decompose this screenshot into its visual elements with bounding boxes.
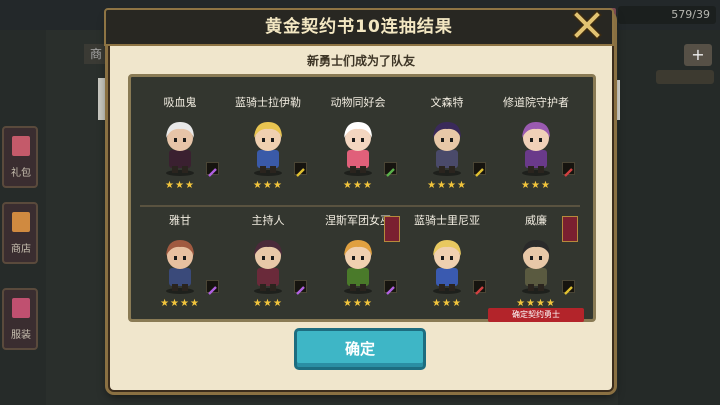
hero-portrait	[166, 240, 194, 294]
hero-portrait	[254, 240, 282, 294]
resource-counter: 579/39	[618, 6, 716, 24]
hero-name: 吸血鬼	[163, 96, 197, 109]
hero-name: 主持人	[251, 214, 285, 227]
costume-icon	[12, 298, 30, 318]
close-button[interactable]	[572, 10, 602, 40]
confirm-button[interactable]: 确定	[294, 328, 426, 370]
hero-card[interactable]: 涅斯军团女巫 ★★★	[314, 212, 402, 332]
costume-button[interactable]: 服装	[2, 288, 38, 350]
dialog-title-bar: 黄金契约书10连抽结果	[104, 8, 614, 46]
star-rating: ★★★	[253, 180, 283, 191]
weapon-icon	[473, 162, 486, 177]
left-sidebar: 礼包 商店 服装	[0, 30, 46, 405]
dialog-subtitle: 新勇士们成为了队友	[306, 54, 415, 68]
shop-button[interactable]: 商店	[2, 202, 38, 264]
hero-portrait	[522, 240, 550, 294]
hero-portrait	[166, 122, 194, 176]
star-rating: ★★★★	[160, 298, 200, 309]
hero-name: 蓝骑士拉伊勒	[235, 96, 301, 109]
hero-portrait	[522, 122, 550, 176]
faction-banner-icon	[562, 216, 578, 242]
weapon-icon	[294, 162, 307, 177]
hero-portrait	[344, 122, 372, 176]
weapon-icon	[294, 280, 307, 295]
hero-portrait	[344, 240, 372, 294]
right-panel-button	[656, 70, 714, 84]
weapon-icon	[562, 162, 575, 177]
hero-name: 雅甘	[169, 214, 191, 227]
faction-banner-icon	[384, 216, 400, 242]
star-rating: ★★★	[253, 298, 283, 309]
weapon-icon	[473, 280, 486, 295]
shop-icon	[12, 212, 30, 232]
hero-card[interactable]: 修道院守护者 ★★★	[492, 94, 580, 214]
hero-portrait	[254, 122, 282, 176]
star-rating: ★★★★	[427, 180, 467, 191]
costume-label: 服装	[11, 330, 31, 341]
star-rating: ★★★	[432, 298, 462, 309]
dialog-title: 黄金契约书10连抽结果	[265, 17, 453, 37]
gift-pack-label: 礼包	[11, 168, 31, 179]
star-rating: ★★★	[521, 180, 551, 191]
hero-portrait	[433, 122, 461, 176]
star-rating: ★★★	[165, 180, 195, 191]
weapon-icon	[206, 280, 219, 295]
hero-name: 动物同好会	[330, 96, 386, 109]
star-rating: ★★★	[343, 180, 373, 191]
hero-card[interactable]: 动物同好会 ★★★	[314, 94, 402, 214]
hero-name: 文森特	[430, 96, 464, 109]
star-rating: ★★★	[343, 298, 373, 309]
hero-card[interactable]: 蓝骑士里尼亚 ★★★	[403, 212, 491, 332]
add-button[interactable]: +	[684, 44, 712, 66]
weapon-icon	[206, 162, 219, 177]
weapon-icon	[384, 280, 397, 295]
hero-card[interactable]: 威廉 ★★★★ 确定契约勇士	[488, 212, 584, 332]
hero-card[interactable]: 雅甘 ★★★★	[136, 212, 224, 332]
close-icon	[572, 10, 602, 40]
hero-name: 修道院守护者	[503, 96, 569, 109]
gift-pack-button[interactable]: 礼包	[2, 126, 38, 188]
background-tab: 商	[84, 44, 108, 64]
hero-card[interactable]: 蓝骑士拉伊勒 ★★★	[224, 94, 312, 214]
weapon-icon	[562, 280, 575, 295]
right-panel	[618, 30, 720, 405]
shop-label: 商店	[11, 244, 31, 255]
hero-name: 蓝骑士里尼亚	[414, 214, 480, 227]
hero-card[interactable]: 文森特 ★★★★	[403, 94, 491, 214]
weapon-icon	[384, 162, 397, 177]
hero-card[interactable]: 吸血鬼 ★★★	[136, 94, 224, 214]
confirmed-hero-badge: 确定契约勇士	[488, 308, 584, 322]
hero-portrait	[433, 240, 461, 294]
hero-card[interactable]: 主持人 ★★★	[224, 212, 312, 332]
gift-icon	[12, 136, 30, 156]
